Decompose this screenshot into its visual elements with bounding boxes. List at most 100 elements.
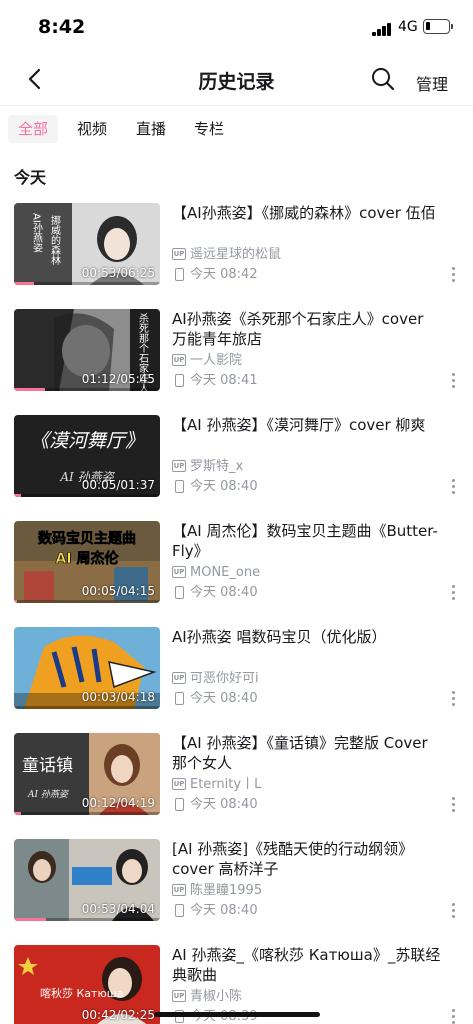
duration-label: 00:42/02:25 [81,1008,155,1022]
status-time: 8:42 [38,16,86,38]
uploader-name[interactable]: MONE_one [190,565,260,581]
thumb-text: 喀秋莎 Катюша [40,986,124,1000]
video-thumbnail[interactable]: 喀秋莎 Катюша 00:42/02:25 [14,945,160,1024]
duration-label: 01:12/05:45 [81,372,155,386]
video-title[interactable]: AI孙燕姿《杀死那个石家庄人》cover 万能青年旅店 [172,309,442,349]
watch-progress-fill [14,918,47,921]
video-title[interactable]: 【AI 孙燕姿】《童话镇》完整版 Cover 那个女人 [172,733,442,773]
watch-progress-bar [14,282,160,285]
uploader-name[interactable]: 陈墨瞳1995 [190,883,262,899]
watch-progress-bar [14,918,160,921]
video-thumbnail[interactable]: 00:03/04:18 [14,627,160,709]
chevron-left-icon [28,68,41,90]
uploader-name[interactable]: 一人影院 [190,353,242,369]
up-badge-icon: UP [172,884,186,896]
battery-icon [423,19,453,34]
page-title: 历史记录 [198,71,275,93]
video-thumbnail[interactable]: 数码宝贝主题曲 AI 周杰伦 00:05/04:15 [14,521,160,603]
manage-button[interactable]: 管理 [416,71,448,95]
watch-progress-bar [14,494,160,497]
phone-icon [175,904,184,917]
nav-bar: 历史记录 管理 [0,52,473,106]
thumb-text: 挪威的森林 [49,214,61,266]
history-item[interactable]: 00:53/04:04 [AI 孙燕姿]《残酷天使的行动纲领》cover 高桥洋… [0,826,473,932]
watch-progress-bar [14,706,160,709]
more-options-button[interactable] [448,585,458,601]
history-item[interactable]: 《漠河舞厅》 AI 孙燕姿 00:05/01:37 【AI 孙燕姿】《漠河舞厅》… [0,402,473,508]
thumb-text: 童话镇 [22,756,73,776]
phone-icon [175,798,184,811]
watch-progress-fill [14,494,22,497]
uploader-name[interactable]: 罗斯特_x [190,459,243,475]
thumb-text: 《漠河舞厅》 [30,430,144,452]
video-thumbnail[interactable]: 童话镇 AI 孙燕姿 00:12/04:19 [14,733,160,815]
up-badge-icon: UP [172,248,186,260]
uploader-name[interactable]: 可恶你好可i [190,671,259,687]
watched-time: 今天 08:40 [190,797,258,812]
watched-time: 今天 08:41 [190,373,258,388]
search-icon [372,68,395,91]
watch-progress-fill [14,388,45,391]
thumb-text: AI孙燕姿 [31,213,43,253]
uploader-name[interactable]: Eternity丨L [190,777,261,793]
history-item[interactable]: 挪威的森林 AI孙燕姿 00:53/06:25 【AI孙燕姿】《挪威的森林》co… [0,190,473,296]
duration-label: 00:53/04:04 [81,902,155,916]
watched-time: 今天 08:40 [190,903,258,918]
video-title[interactable]: 【AI 孙燕姿】《漠河舞厅》cover 柳爽 [172,415,442,435]
thumb-text: 数码宝贝主题曲 [38,530,136,547]
more-options-button[interactable] [448,479,458,495]
duration-label: 00:05/04:15 [81,584,155,598]
history-item[interactable]: 童话镇 AI 孙燕姿 00:12/04:19 【AI 孙燕姿】《童话镇》完整版 … [0,720,473,826]
video-title[interactable]: AI 孙燕姿_《喀秋莎 Катюша》_苏联经典歌曲 [172,945,442,985]
video-thumbnail[interactable]: 杀死那个石家庄人 01:12/05:45 [14,309,160,391]
duration-label: 00:12/04:19 [81,796,155,810]
back-button[interactable] [22,66,48,92]
tab-all[interactable]: 全部 [8,115,59,143]
up-badge-icon: UP [172,778,186,790]
watched-time: 今天 08:40 [190,479,258,494]
tab-video[interactable]: 视频 [77,115,107,143]
history-item[interactable]: 00:03/04:18 AI孙燕姿 唱数码宝贝（优化版） UP 可恶你好可i 今… [0,614,473,720]
more-options-button[interactable] [448,373,458,389]
video-title[interactable]: 【AI 周杰伦】数码宝贝主题曲《Butter-Fly》 [172,521,442,561]
status-bar: 8:42 4G [0,0,473,52]
network-type: 4G [398,19,418,35]
video-title[interactable]: AI孙燕姿 唱数码宝贝（优化版） [172,627,442,647]
up-badge-icon: UP [172,672,186,684]
history-item[interactable]: 杀死那个石家庄人 01:12/05:45 AI孙燕姿《杀死那个石家庄人》cove… [0,296,473,402]
video-thumbnail[interactable]: 挪威的森林 AI孙燕姿 00:53/06:25 [14,203,160,285]
video-thumbnail[interactable]: 《漠河舞厅》 AI 孙燕姿 00:05/01:37 [14,415,160,497]
watch-progress-fill [14,600,17,603]
phone-icon [175,268,184,281]
tab-live[interactable]: 直播 [136,115,166,143]
video-thumbnail[interactable]: 00:53/04:04 [14,839,160,921]
history-item[interactable]: 数码宝贝主题曲 AI 周杰伦 00:05/04:15 【AI 周杰伦】数码宝贝主… [0,508,473,614]
duration-label: 00:53/06:25 [81,266,155,280]
more-options-button[interactable] [448,267,458,283]
more-options-button[interactable] [448,903,458,919]
watched-time: 今天 08:42 [190,267,258,282]
video-title[interactable]: 【AI孙燕姿】《挪威的森林》cover 伍佰 [172,203,442,223]
up-badge-icon: UP [172,990,186,1002]
signal-icon [372,22,394,36]
duration-label: 00:05/01:37 [81,478,155,492]
watch-progress-fill [14,706,16,709]
watch-progress-fill [14,812,22,815]
up-badge-icon: UP [172,460,186,472]
watched-time: 今天 08:40 [190,585,258,600]
video-title[interactable]: [AI 孙燕姿]《残酷天使的行动纲领》cover 高桥洋子 [172,839,442,879]
search-button[interactable] [370,66,396,92]
more-options-button[interactable] [448,797,458,813]
watch-progress-bar [14,812,160,815]
watch-progress-bar [14,388,160,391]
more-options-button[interactable] [448,691,458,707]
section-label-today: 今天 [14,168,47,187]
uploader-name[interactable]: 青椒小陈 [190,989,242,1005]
duration-label: 00:03/04:18 [81,690,155,704]
history-item[interactable]: 喀秋莎 Катюша 00:42/02:25 AI 孙燕姿_《喀秋莎 Катюш… [0,932,473,1024]
up-badge-icon: UP [172,566,186,578]
uploader-name[interactable]: 遥远星球的松鼠 [190,247,281,263]
tab-column[interactable]: 专栏 [194,115,224,143]
thumb-text: AI 孙燕姿 [27,789,70,800]
more-options-button[interactable] [448,1009,458,1024]
